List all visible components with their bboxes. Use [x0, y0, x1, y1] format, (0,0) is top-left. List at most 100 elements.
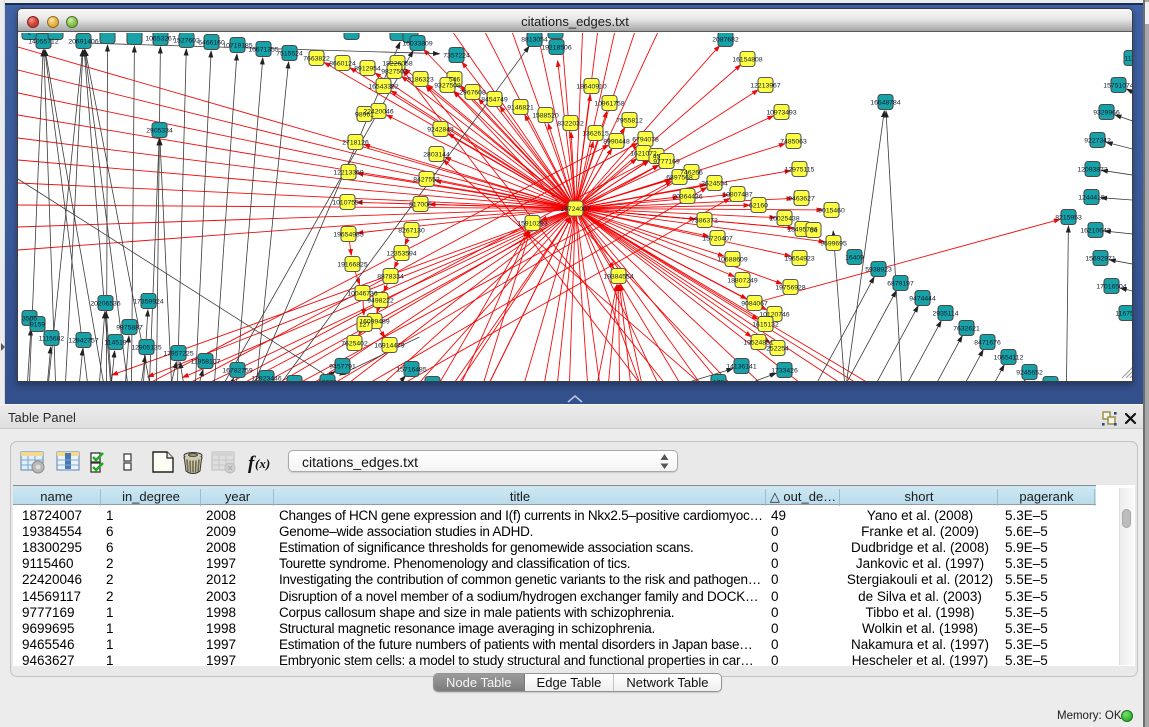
svg-text:2803144: 2803144	[423, 152, 450, 159]
svg-text:1733426: 1733426	[771, 368, 798, 375]
svg-text:19218506: 19218506	[541, 45, 571, 52]
svg-text:7485063: 7485063	[780, 139, 807, 146]
svg-text:8660124: 8660124	[329, 61, 356, 68]
svg-text:8427552: 8427552	[413, 177, 440, 184]
svg-text:1292: 1292	[287, 381, 302, 382]
svg-text:8990448: 8990448	[603, 139, 630, 146]
svg-text:1588520: 1588520	[532, 113, 559, 120]
svg-text:5938923: 5938923	[865, 267, 892, 274]
svg-text:8267130: 8267130	[398, 228, 425, 235]
svg-text:6794078: 6794078	[632, 137, 659, 144]
svg-text:9146821: 9146821	[507, 105, 534, 112]
svg-text:19756928: 19756928	[775, 285, 805, 292]
svg-text:9245652: 9245652	[1016, 370, 1043, 377]
svg-text:9699695: 9699695	[820, 241, 847, 248]
svg-text:15720407: 15720407	[702, 236, 732, 243]
svg-text:7515524: 7515524	[276, 51, 303, 58]
svg-text:15716485: 15716485	[396, 367, 426, 374]
svg-text:8471676: 8471676	[974, 340, 1001, 347]
svg-text:20206536: 20206536	[90, 301, 120, 308]
svg-text:6466160: 6466160	[198, 40, 225, 47]
svg-text:8878334: 8878334	[377, 274, 404, 281]
svg-text:10653267: 10653267	[145, 36, 175, 43]
svg-text:15692971: 15692971	[1085, 256, 1115, 263]
svg-text:16782759: 16782759	[222, 368, 252, 375]
svg-text:9463627: 9463627	[788, 196, 815, 203]
svg-text:817006: 817006	[409, 202, 432, 209]
svg-text:7386372: 7386372	[691, 218, 718, 225]
svg-text:17359924: 17359924	[133, 299, 163, 306]
svg-text:9159: 9159	[30, 322, 45, 329]
svg-text:19654985: 19654985	[333, 232, 363, 239]
svg-text:8454749: 8454749	[481, 97, 508, 104]
svg-text:16154808: 16154808	[732, 57, 762, 64]
svg-text:1244415: 1244415	[1078, 195, 1105, 202]
svg-text:127: 127	[359, 322, 371, 329]
svg-text:173: 173	[713, 380, 725, 382]
svg-text:16648784: 16648784	[870, 100, 900, 107]
svg-text:1115682: 1115682	[39, 336, 65, 343]
svg-text:7663822: 7663822	[303, 56, 330, 63]
svg-text:9777169: 9777169	[653, 159, 680, 166]
svg-text:62160: 62160	[749, 203, 768, 210]
svg-text:11958107: 11958107	[191, 359, 221, 366]
svg-text:1527602: 1527602	[173, 38, 200, 45]
svg-text:252254: 252254	[766, 346, 789, 353]
svg-text:9327508: 9327508	[434, 83, 461, 90]
svg-text:98961: 98961	[355, 112, 374, 119]
svg-text:10973493: 10973493	[766, 110, 796, 117]
svg-text:9329966: 9329966	[1093, 110, 1120, 117]
svg-text:7357224: 7357224	[443, 53, 470, 60]
svg-text:17957225: 17957225	[163, 351, 193, 358]
svg-text:7625402: 7625402	[341, 341, 368, 348]
svg-text:10688609: 10688609	[717, 257, 747, 264]
svg-text:7632621: 7632621	[953, 326, 980, 333]
svg-text:12213369: 12213369	[333, 170, 363, 177]
svg-text:20691406: 20691406	[68, 39, 98, 46]
svg-text:2905334: 2905334	[146, 128, 173, 135]
svg-text:20364436: 20364436	[672, 194, 702, 201]
svg-text:6879197: 6879197	[887, 281, 914, 288]
svg-text:10046736: 10046736	[347, 291, 377, 298]
svg-text:9474444: 9474444	[909, 296, 936, 303]
svg-text:1615132: 1615132	[752, 322, 779, 329]
svg-text:9227342: 9227342	[1084, 138, 1111, 145]
svg-text:16033809: 16033809	[402, 41, 432, 48]
svg-text:17016504: 17016504	[1096, 284, 1126, 291]
svg-text:8912954: 8912954	[354, 66, 381, 73]
svg-text:2718126: 2718126	[342, 140, 369, 147]
svg-text:19654923: 19654923	[784, 256, 814, 263]
svg-text:116753: 116753	[1115, 311, 1132, 318]
svg-text:6897568: 6897568	[666, 175, 693, 182]
svg-text:18640910: 18640910	[576, 84, 606, 91]
svg-text:15751074: 15751074	[1103, 83, 1132, 90]
svg-text:12905135: 12905135	[131, 345, 161, 352]
svg-text:19166825: 19166825	[337, 262, 367, 269]
svg-text:9084067: 9084067	[741, 301, 768, 308]
svg-text:10807487: 10807487	[722, 192, 752, 199]
svg-text:9975887: 9975887	[116, 325, 143, 332]
svg-text:(x): (x)	[255, 456, 270, 471]
svg-text:12923: 12923	[318, 380, 337, 382]
svg-text:2087682: 2087682	[712, 37, 739, 44]
svg-text:16543382: 16543382	[368, 84, 398, 91]
svg-text:16671355: 16671355	[248, 47, 278, 54]
svg-text:9457791: 9457791	[329, 364, 356, 371]
svg-text:10654112: 10654112	[994, 355, 1024, 362]
svg-text:9498222: 9498222	[367, 298, 394, 305]
svg-text:2: 2	[28, 33, 32, 37]
svg-text:2935114: 2935114	[933, 311, 959, 318]
svg-text:19384554: 19384554	[603, 274, 633, 281]
svg-text:1112: 1112	[1124, 56, 1132, 63]
svg-text:9015460: 9015460	[818, 208, 845, 215]
svg-text:8215953: 8215953	[1055, 215, 1082, 222]
svg-text:16210643: 16210643	[1080, 228, 1110, 235]
svg-text:14136141: 14136141	[726, 364, 756, 371]
svg-text:14055712: 14055712	[28, 39, 58, 46]
svg-text:12353594: 12353594	[386, 251, 416, 258]
svg-text:18724007: 18724007	[560, 206, 590, 213]
svg-text:10961758: 10961758	[594, 101, 624, 108]
svg-text:8813054: 8813054	[521, 37, 548, 44]
svg-text:114519: 114519	[104, 340, 126, 347]
svg-text:2967608: 2967608	[459, 90, 486, 97]
